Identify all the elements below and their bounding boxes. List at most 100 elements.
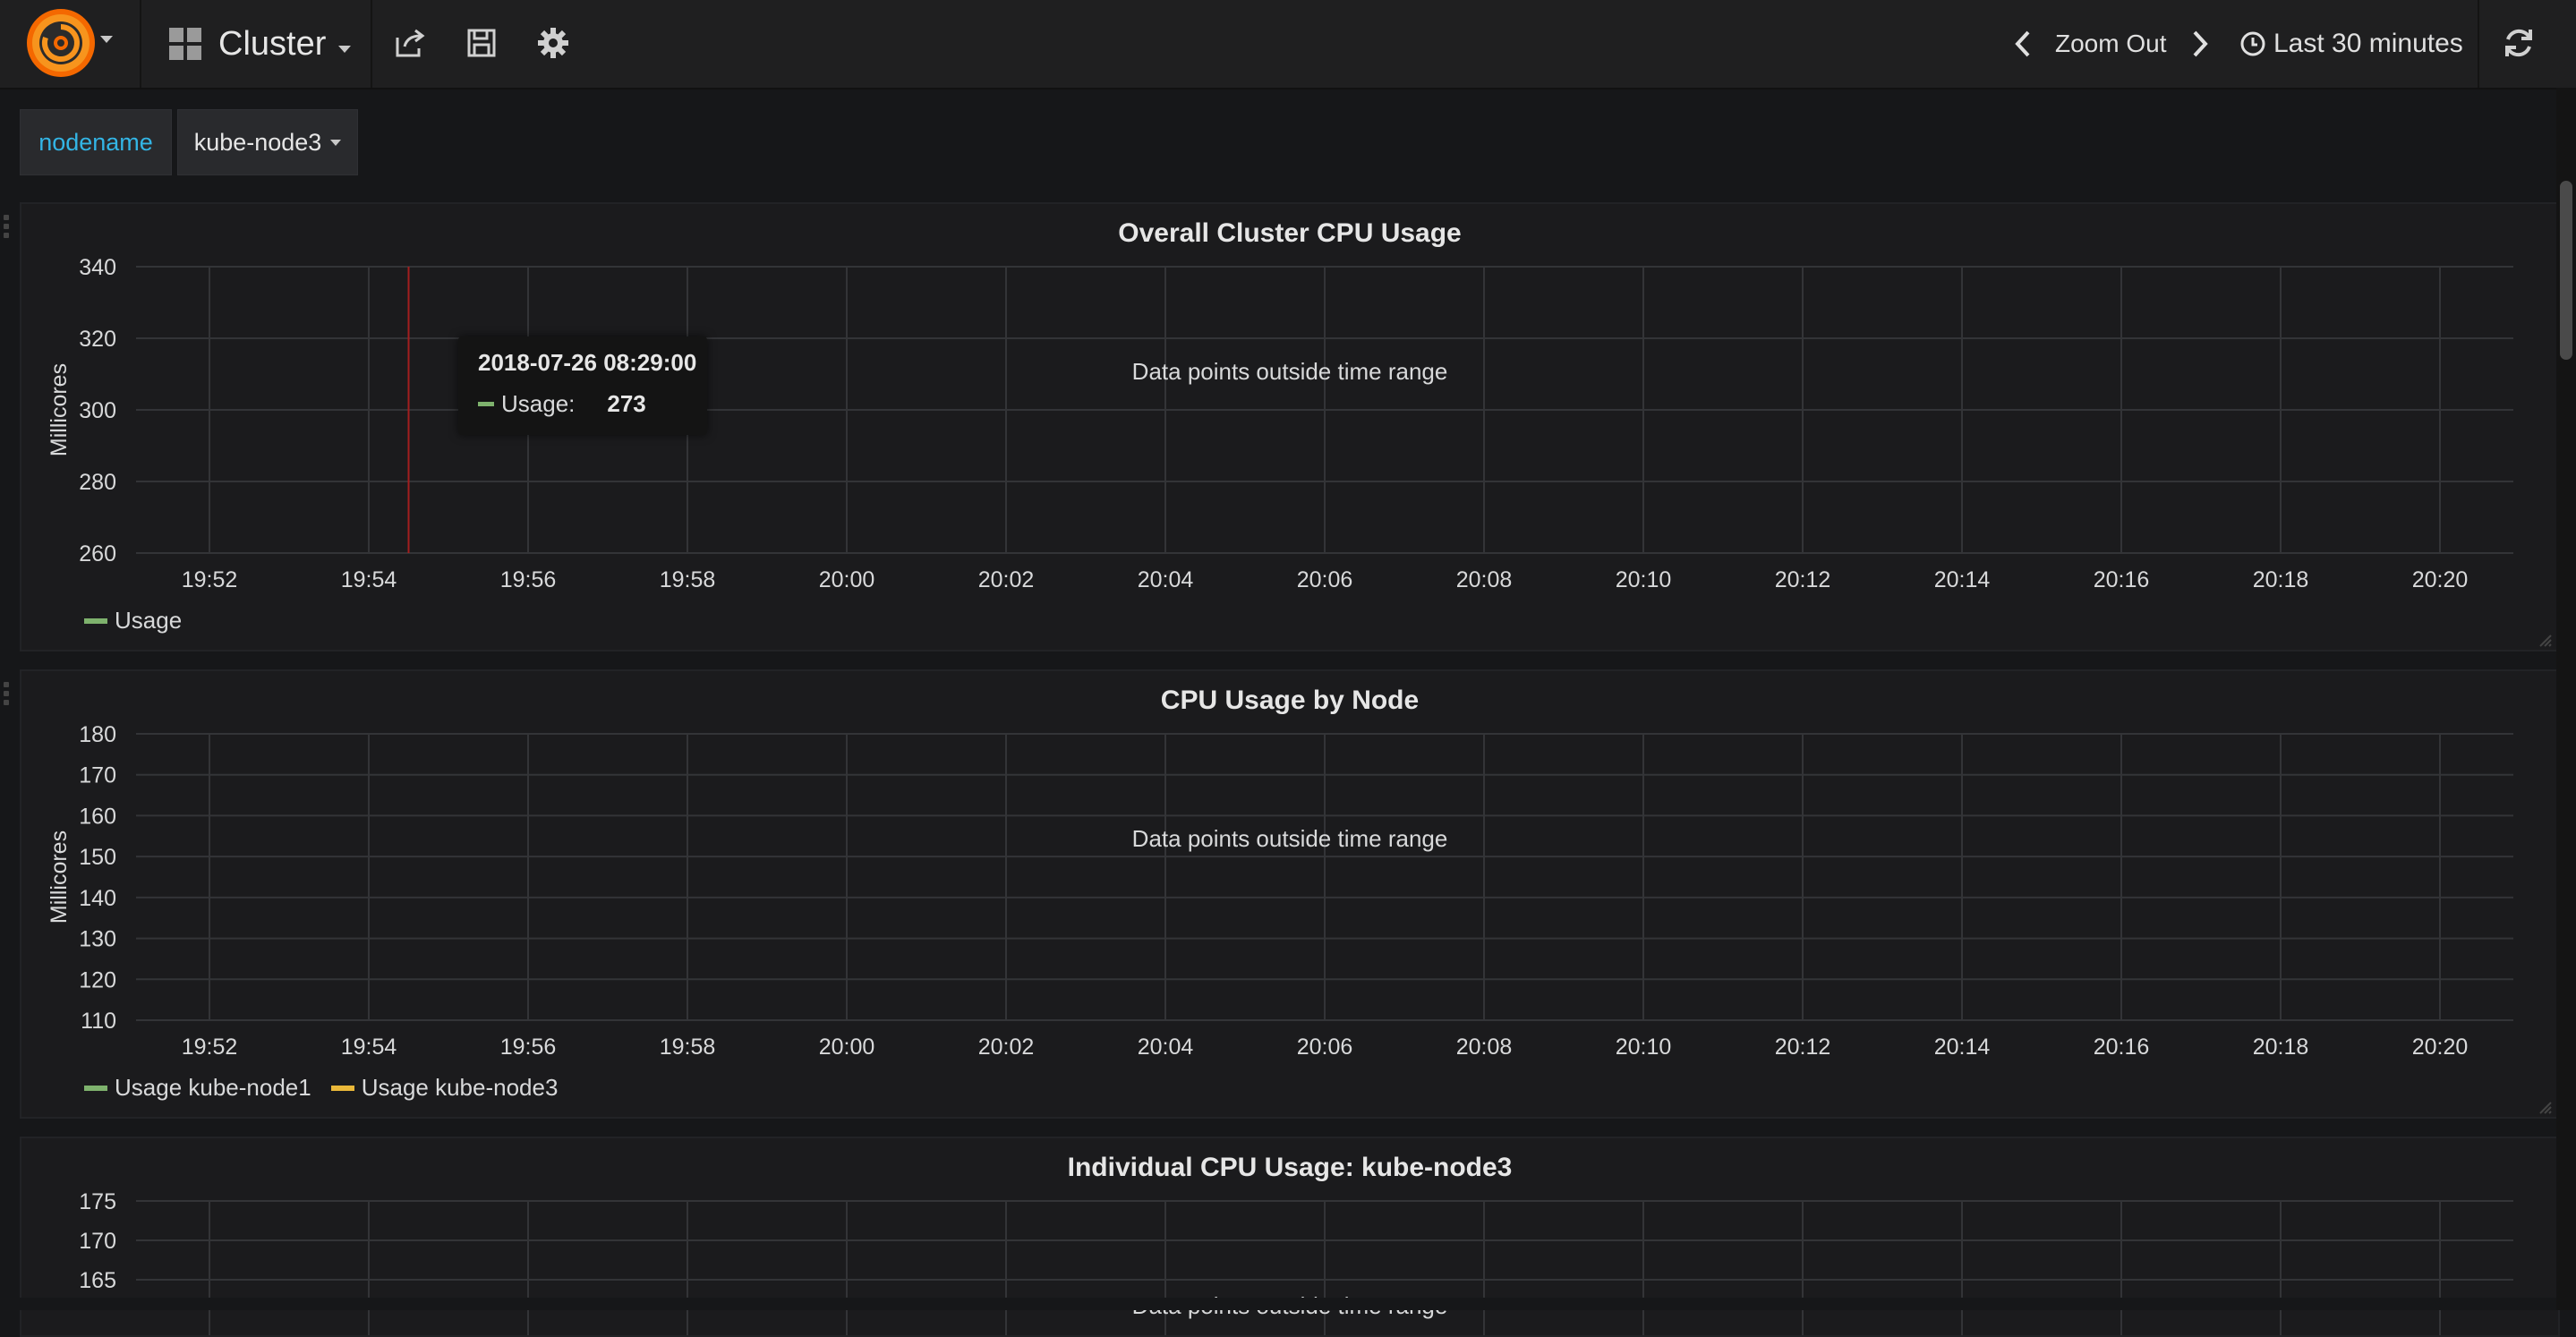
x-tick-label: 19:52 [182, 1035, 238, 1060]
y-tick-label: 160 [79, 804, 116, 829]
nav-separator [2478, 0, 2479, 88]
y-axis-label: Millicores [47, 363, 72, 456]
variable-label-nodename[interactable]: nodename [20, 109, 172, 175]
tooltip-time: 2018-07-26 08:29:00 [478, 349, 697, 376]
zoom-out-group: Zoom Out [2012, 0, 2211, 88]
x-tick-label: 19:54 [341, 567, 397, 592]
y-tick-label: 165 [79, 1268, 116, 1293]
x-tick-label: 19:58 [660, 1035, 716, 1060]
x-tick-label: 20:16 [2094, 1035, 2150, 1060]
x-tick-label: 20:08 [1456, 1035, 1513, 1060]
x-tick-label: 20:10 [1616, 567, 1672, 592]
row-drag-handle[interactable] [4, 215, 11, 242]
y-tick-label: 120 [79, 967, 116, 992]
x-tick-label: 20:12 [1775, 567, 1831, 592]
chevron-right-icon[interactable] [2188, 29, 2211, 59]
time-picker[interactable]: Last 30 minutes [2239, 0, 2463, 88]
page-scrollbar[interactable] [2556, 88, 2576, 1310]
x-tick-label: 20:16 [2094, 567, 2150, 592]
y-tick-label: 150 [79, 845, 116, 870]
logo-menu-caret-icon[interactable] [100, 36, 113, 43]
x-tick-label: 20:02 [978, 567, 1035, 592]
scrollbar-thumb[interactable] [2560, 181, 2572, 360]
y-tick-label: 170 [79, 1229, 116, 1254]
legend-swatch [330, 1085, 354, 1091]
y-tick-label: 130 [79, 927, 116, 952]
x-tick-label: 20:02 [978, 1035, 1035, 1060]
dashboard-title: Cluster [218, 24, 327, 63]
panel-legend: Usage [84, 607, 201, 634]
x-tick-label: 20:06 [1297, 567, 1353, 592]
nav-separator [140, 0, 141, 88]
legend-item-kube-node3[interactable]: Usage kube-node3 [330, 1074, 559, 1102]
x-tick-label: 20:04 [1138, 567, 1194, 592]
legend-item-usage[interactable]: Usage [84, 607, 182, 634]
panel-legend: Usage kube-node1 Usage kube-node3 [84, 1074, 577, 1102]
y-tick-label: 170 [79, 763, 116, 788]
y-tick-label: 340 [79, 255, 116, 280]
tooltip-swatch [478, 402, 494, 406]
y-tick-label: 260 [79, 541, 116, 566]
x-tick-label: 20:04 [1138, 1035, 1194, 1060]
chevron-down-icon [330, 139, 342, 146]
grid-icon [169, 28, 201, 60]
x-tick-label: 20:12 [1775, 1035, 1831, 1060]
top-navbar: Cluster Zoom Out Last 30 minutes [0, 0, 2576, 89]
resize-handle-icon[interactable] [2537, 632, 2553, 648]
clock-icon [2240, 31, 2265, 56]
x-tick-label: 20:20 [2412, 567, 2469, 592]
chart-overall-cluster-cpu[interactable]: 260 280 300 320 340 19:52 19:54 19:56 19:58 20:00… [21, 204, 2558, 650]
panel-cpu-usage-by-node: CPU Usage by Node 110 120 130 140 150 160 170 1… [20, 669, 2560, 1119]
viewport-bottom-edge [0, 1298, 2576, 1310]
x-tick-label: 19:52 [182, 567, 238, 592]
y-tick-label: 140 [79, 886, 116, 911]
no-data-message: Data points outside time range [1132, 825, 1448, 852]
row-drag-handle[interactable] [4, 682, 11, 709]
chevron-left-icon[interactable] [2012, 29, 2035, 59]
x-tick-label: 19:54 [341, 1035, 397, 1060]
share-icon[interactable] [392, 25, 428, 61]
resize-handle-icon[interactable] [2537, 1099, 2553, 1115]
x-tick-label: 20:10 [1616, 1035, 1672, 1060]
y-tick-label: 110 [81, 1009, 116, 1034]
dashboard-picker[interactable]: Cluster [168, 0, 352, 88]
tooltip-label: Usage: [501, 390, 576, 417]
legend-item-kube-node1[interactable]: Usage kube-node1 [84, 1074, 311, 1102]
x-tick-label: 19:56 [500, 567, 557, 592]
grafana-logo-icon[interactable] [25, 7, 97, 79]
graph-tooltip: 2018-07-26 08:29:00 Usage: 273 [458, 336, 707, 435]
chevron-down-icon [338, 46, 352, 53]
y-tick-label: 175 [79, 1189, 116, 1214]
y-tick-label: 280 [79, 470, 116, 495]
nav-separator [371, 0, 372, 88]
zoom-out-button[interactable]: Zoom Out [2055, 30, 2166, 58]
x-tick-label: 20:14 [1934, 567, 1991, 592]
x-tick-label: 19:56 [500, 1035, 557, 1060]
legend-label: Usage kube-node1 [115, 1074, 311, 1101]
chart-cpu-usage-by-node[interactable]: 110 120 130 140 150 160 170 180 19:52 19:54 19:56 1… [21, 671, 2558, 1117]
x-tick-label: 20:20 [2412, 1035, 2469, 1060]
save-icon[interactable] [464, 25, 499, 61]
y-tick-label: 180 [79, 722, 116, 747]
legend-label: Usage kube-node3 [361, 1074, 559, 1101]
x-tick-label: 20:18 [2253, 1035, 2309, 1060]
y-axis-label: Millicores [47, 830, 72, 924]
variable-select-nodename[interactable]: kube-node3 [177, 109, 358, 175]
y-tick-label: 300 [79, 398, 116, 423]
gear-icon[interactable] [535, 25, 571, 61]
legend-label: Usage [115, 607, 183, 634]
panel-overall-cluster-cpu: Overall Cluster CPU Usage 260 280 300 320 34… [20, 202, 2560, 651]
time-range-label: Last 30 minutes [2273, 29, 2463, 58]
x-tick-label: 20:06 [1297, 1035, 1353, 1060]
legend-swatch [84, 617, 107, 624]
tooltip-value: 273 [607, 390, 646, 417]
refresh-icon[interactable] [2501, 25, 2537, 61]
x-tick-label: 20:14 [1934, 1035, 1991, 1060]
variable-value: kube-node3 [193, 128, 322, 156]
x-tick-label: 20:18 [2253, 567, 2309, 592]
x-tick-label: 20:00 [819, 1035, 875, 1060]
x-tick-label: 19:58 [660, 567, 716, 592]
no-data-message: Data points outside time range [1132, 358, 1448, 385]
x-tick-label: 20:00 [819, 567, 875, 592]
tooltip-row: Usage: 273 [478, 390, 646, 418]
